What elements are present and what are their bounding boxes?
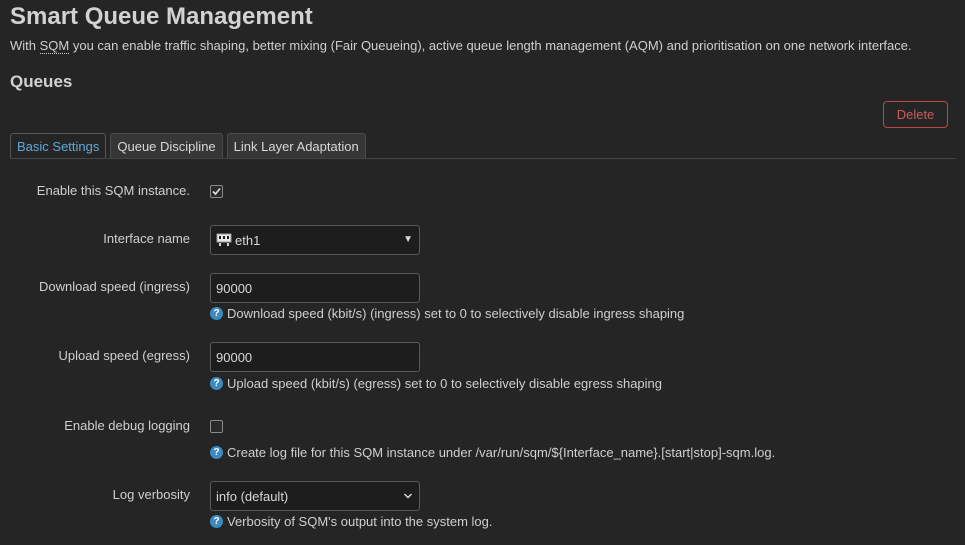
tab-divider — [10, 158, 956, 159]
interface-value: eth1 — [235, 232, 261, 248]
sqm-abbreviation: SQM — [39, 38, 70, 54]
download-help: ? Download speed (kbit/s) (ingress) set … — [210, 306, 684, 321]
tab-queue-discipline[interactable]: Queue Discipline — [110, 133, 223, 158]
tab-link-layer-adaptation[interactable]: Link Layer Adaptation — [226, 133, 366, 158]
debug-help: ? Create log file for this SQM instance … — [210, 445, 775, 460]
tab-bar: Basic Settings Queue Discipline Link Lay… — [10, 133, 366, 159]
debug-checkbox[interactable] — [210, 420, 223, 433]
verbosity-label: Log verbosity — [112, 487, 190, 502]
checkmark-icon — [212, 187, 221, 196]
interface-label: Interface name — [103, 231, 190, 246]
verbosity-value: info (default) — [216, 488, 289, 504]
sqm-page: Smart Queue Management With SQM you can … — [0, 0, 965, 545]
page-title: Smart Queue Management — [10, 3, 313, 30]
help-icon: ? — [210, 446, 223, 459]
tab-basic-settings[interactable]: Basic Settings — [10, 133, 107, 159]
dropdown-arrow-icon: ▼ — [403, 234, 413, 245]
intro-suffix: you can enable traffic shaping, better m… — [69, 38, 912, 53]
enable-label: Enable this SQM instance. — [36, 183, 190, 198]
help-icon: ? — [210, 307, 223, 320]
verbosity-select[interactable]: info (default) — [210, 481, 420, 511]
download-speed-input[interactable] — [210, 273, 420, 303]
section-title: Queues — [10, 72, 73, 91]
interface-select[interactable]: eth1 ▼ — [210, 225, 420, 255]
upload-speed-input[interactable] — [210, 342, 420, 372]
upload-help: ? Upload speed (kbit/s) (egress) set to … — [210, 376, 662, 391]
download-help-text: Download speed (kbit/s) (ingress) set to… — [227, 306, 685, 321]
debug-label: Enable debug logging — [64, 418, 190, 433]
verbosity-help-text: Verbosity of SQM's output into the syste… — [227, 514, 493, 529]
help-icon: ? — [210, 515, 223, 528]
upload-help-text: Upload speed (kbit/s) (egress) set to 0 … — [227, 376, 662, 391]
debug-help-text: Create log file for this SQM instance un… — [227, 445, 776, 460]
enable-checkbox[interactable] — [210, 185, 223, 198]
download-label: Download speed (ingress) — [38, 279, 190, 294]
ethernet-port-icon — [216, 233, 232, 246]
upload-label: Upload speed (egress) — [58, 348, 190, 363]
delete-button[interactable]: Delete — [883, 101, 948, 128]
intro-prefix: With — [10, 38, 40, 53]
help-icon: ? — [210, 377, 223, 390]
page-description: With SQM you can enable traffic shaping,… — [10, 38, 912, 54]
verbosity-help: ? Verbosity of SQM's output into the sys… — [210, 514, 493, 529]
chevron-down-icon — [403, 493, 413, 499]
